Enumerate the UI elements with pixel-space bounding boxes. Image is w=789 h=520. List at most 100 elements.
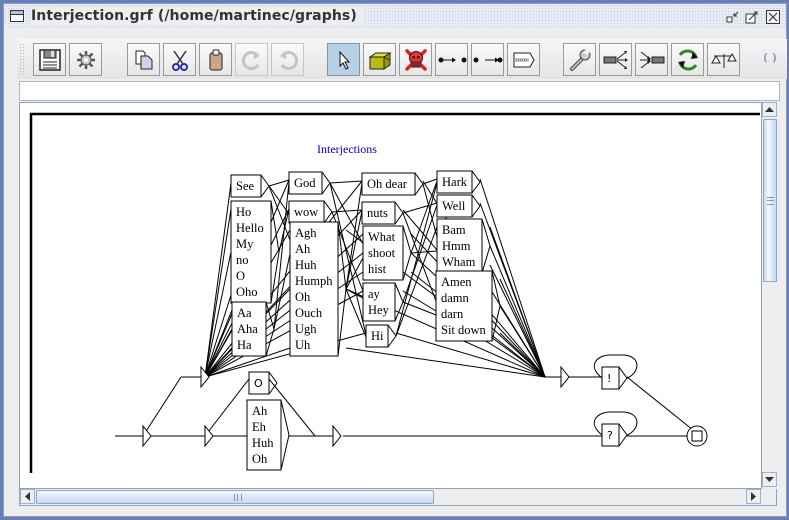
graph-box-oh-dear[interactable]: Oh dear <box>361 172 424 196</box>
empty-box-node[interactable] <box>332 424 342 448</box>
maximize-button[interactable] <box>745 10 759 24</box>
box-line: Ah <box>295 242 311 256</box>
box-line: Aha <box>237 322 258 336</box>
box-line: Ho <box>236 205 251 219</box>
box-line: Oh <box>295 290 311 304</box>
graph-editor-window: Interjection.grf (/home/martinec/graphs) <box>3 3 787 517</box>
link-from-button[interactable] <box>435 43 468 76</box>
delete-button[interactable] <box>399 43 432 76</box>
box-line: God <box>294 176 316 190</box>
transition <box>402 204 438 303</box>
transition <box>204 378 250 437</box>
arrow-right-icon <box>750 492 756 501</box>
box-output-arrow <box>337 221 347 357</box>
empty-box-node[interactable] <box>560 365 570 389</box>
gear-icon <box>76 50 95 69</box>
minimize-button[interactable] <box>726 10 740 24</box>
graph-box-hark[interactable]: Hark <box>436 170 481 194</box>
implode-box-button[interactable] <box>635 43 668 76</box>
cut-button[interactable] <box>163 43 196 76</box>
maximize-icon <box>745 11 758 24</box>
graph-box-god[interactable]: God <box>288 171 331 195</box>
floppy-disk-icon <box>38 48 61 71</box>
box-content-field[interactable] <box>19 81 780 101</box>
final-state[interactable] <box>686 425 708 447</box>
scroll-right-button[interactable] <box>746 489 761 504</box>
transition <box>345 347 546 378</box>
redo-button[interactable] <box>235 43 268 76</box>
box-line: See <box>236 179 255 193</box>
refresh-icon <box>677 49 698 70</box>
transition <box>142 376 182 437</box>
create-box-button[interactable] <box>363 43 396 76</box>
vertical-scrollbar[interactable] <box>761 102 778 489</box>
graph-box-agh-list[interactable]: Agh Ah Huh Humph Oh Ouch Ugh Uh <box>289 221 347 357</box>
graph-box-bam-list[interactable]: Bam Hmm Wham <box>436 218 491 274</box>
horizontal-scrollbar[interactable] <box>19 489 777 506</box>
copy-button[interactable] <box>127 43 160 76</box>
open-subgraph-button[interactable] <box>507 43 540 76</box>
horizontal-scroll-thumb[interactable] <box>36 490 434 504</box>
compile-button[interactable] <box>69 43 102 76</box>
graph-box-nuts[interactable]: nuts <box>361 201 404 225</box>
box-line: ! <box>607 372 611 385</box>
box-line: Amen <box>441 275 472 289</box>
graph-scroll-pane: See Ho Hello My no O Oho Aa Aha Ha God wow Agh Ah Huh H… <box>19 102 777 489</box>
graph-box-question[interactable]: ? <box>601 423 628 447</box>
box-line: Hello <box>236 221 264 235</box>
graph-box-ah-eh-list[interactable]: Ah Eh Huh Oh <box>246 399 290 471</box>
compare-button[interactable] <box>707 43 740 76</box>
empty-box-node[interactable] <box>204 424 214 448</box>
box-line: Eh <box>252 420 267 434</box>
transition <box>268 179 290 187</box>
toolbar-grip[interactable] <box>19 43 26 75</box>
graph-box-see[interactable]: See <box>230 174 270 198</box>
balance-scale-icon <box>710 52 737 68</box>
select-tool-button[interactable] <box>327 43 360 76</box>
graph-box-exclaim[interactable]: ! <box>601 366 628 390</box>
box-line: My <box>236 237 254 251</box>
graph-toolbar: ( ) <box>17 39 787 79</box>
box-output-arrow <box>402 225 412 281</box>
transition <box>204 182 232 378</box>
box-line: wow <box>294 205 318 219</box>
transition <box>345 210 363 290</box>
box-line: Bam <box>442 223 466 237</box>
graph-box-wow[interactable]: wow <box>288 200 333 224</box>
box-line: ? <box>607 429 613 442</box>
window-icon <box>10 10 24 22</box>
box-line: Ouch <box>295 306 323 320</box>
close-button[interactable] <box>766 10 780 24</box>
title-bar[interactable]: Interjection.grf (/home/martinec/graphs) <box>4 4 786 29</box>
arrow-up-icon <box>765 106 774 112</box>
scroll-down-button[interactable] <box>762 472 777 487</box>
clipboard-icon <box>209 49 222 70</box>
box-line: nuts <box>367 206 388 220</box>
graph-canvas[interactable]: See Ho Hello My no O Oho Aa Aha Ha God wow Agh Ah Huh H… <box>20 103 760 473</box>
box-line: Hi <box>371 329 384 343</box>
configure-button[interactable] <box>563 43 596 76</box>
graph-box-ho-list[interactable]: Ho Hello My no O Oho <box>230 200 280 304</box>
graph-box-hi[interactable]: Hi <box>365 324 397 348</box>
graph-box-amen-list[interactable]: Amen damn darn Sit down <box>435 270 501 342</box>
redo-icon <box>241 50 260 70</box>
refresh-button[interactable] <box>671 43 704 76</box>
graph-comment[interactable]: Interjections <box>317 142 377 156</box>
vertical-scroll-thumb[interactable] <box>763 119 777 282</box>
explode-box-button[interactable] <box>599 43 632 76</box>
transition <box>422 178 438 185</box>
graph-box-what-list[interactable]: What shoot hist <box>362 225 412 281</box>
link-to-button[interactable] <box>471 43 504 76</box>
box-output-arrow <box>414 172 424 196</box>
scroll-left-button[interactable] <box>20 489 35 504</box>
graph-box-well[interactable]: Well <box>436 194 481 218</box>
save-button[interactable] <box>33 43 66 76</box>
scroll-up-button[interactable] <box>762 102 777 117</box>
box-line: no <box>236 253 249 267</box>
box-line: Sit down <box>441 323 487 337</box>
graph-box-ay-list[interactable]: ay Hey <box>362 282 404 322</box>
undo-button[interactable] <box>271 43 304 76</box>
transition <box>204 271 364 378</box>
box-line: Oho <box>236 285 258 299</box>
paste-button[interactable] <box>199 43 232 76</box>
